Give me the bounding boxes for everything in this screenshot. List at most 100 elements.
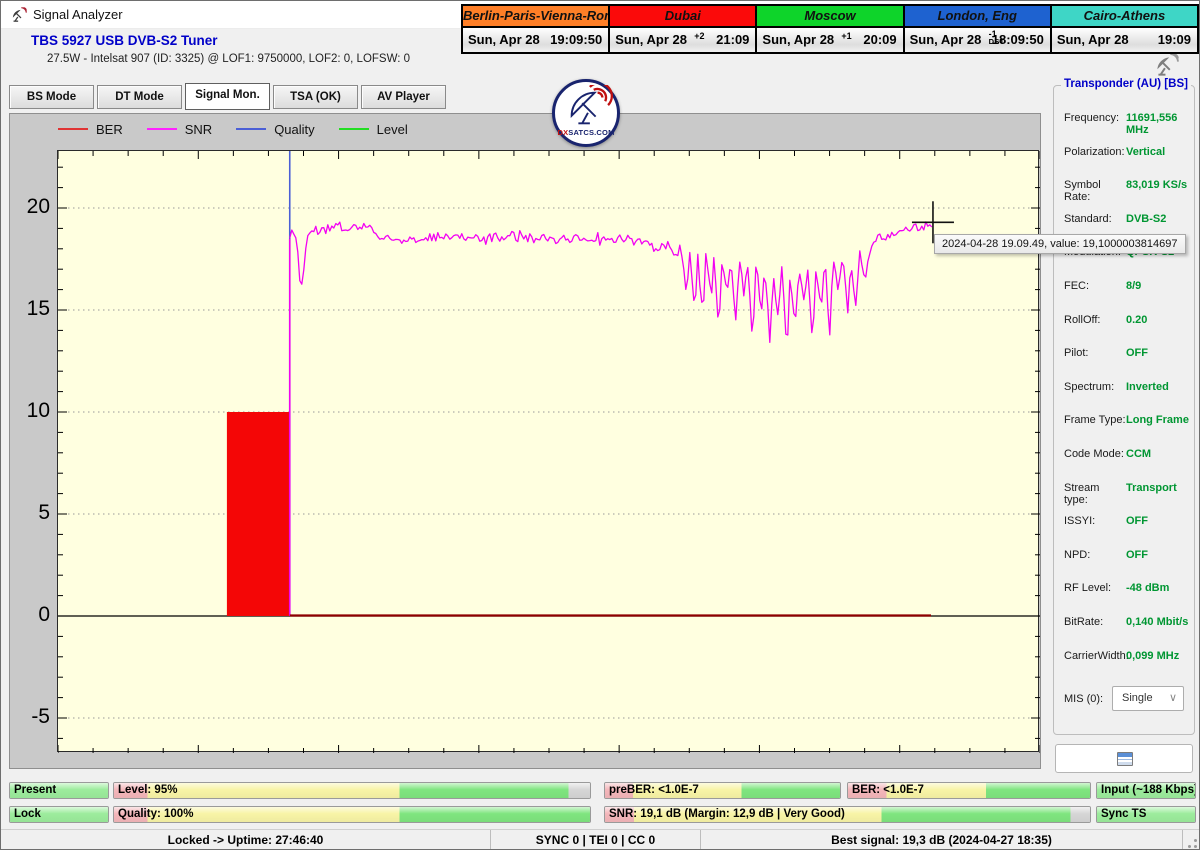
- legend-line-sample: [236, 128, 266, 130]
- device-title: TBS 5927 USB DVB-S2 Tuner: [31, 33, 218, 48]
- chart-legend: BER SNR Quality Level: [58, 119, 408, 139]
- indicator-bar-input: Input (~188 Kbps): [1096, 782, 1196, 799]
- indicator-label: preBER: <1.0E-7: [609, 783, 699, 798]
- transponder-row-issyi: ISSYI:OFF: [1064, 515, 1190, 531]
- transponder-panel-title: Transponder (AU) [BS]: [1061, 78, 1191, 90]
- transponder-panel: Transponder (AU) [BS] MIS (0): Single ∨ …: [1053, 85, 1195, 735]
- indicator-label: Level: 95%: [118, 783, 177, 798]
- indicator-label: BER: <1.0E-7: [852, 783, 924, 798]
- chevron-down-icon: ∨: [1169, 687, 1177, 710]
- clock-time: 19:09: [1158, 32, 1191, 47]
- utc-offset: +2: [694, 31, 704, 41]
- signal-analyzer-window: Signal Analyzer Berlin-Paris-Vienna-Roma…: [0, 0, 1200, 850]
- signal-chart: [58, 151, 1040, 753]
- tab-bs-mode[interactable]: BS Mode: [9, 85, 94, 109]
- clock-time: 19:09:50: [550, 32, 602, 47]
- clock-city-label: Dubai: [610, 6, 755, 26]
- transponder-row-spectrum: Spectrum:Inverted: [1064, 381, 1190, 397]
- legend-item-snr: SNR: [147, 122, 212, 137]
- clock-berlin-paris-vienna-roma: Berlin-Paris-Vienna-Roma Sun, Apr 28 19:09…: [463, 6, 610, 52]
- clock-dubai: Dubai Sun, Apr 28 +2 21:09: [610, 6, 757, 52]
- indicator-bar-snr: SNR: 19,1 dB (Margin: 12,9 dB | Very Goo…: [604, 806, 1091, 823]
- clock-time: 18:09:50: [992, 32, 1044, 47]
- transponder-row-codemode: Code Mode:CCM: [1064, 448, 1190, 464]
- indicator-label: Present: [14, 783, 56, 798]
- indicator-label: Lock: [14, 807, 41, 822]
- clock-moscow: Moscow Sun, Apr 28 +1 20:09: [757, 6, 904, 52]
- clock-city-label: Berlin-Paris-Vienna-Roma: [463, 6, 608, 26]
- clock-cairo-athens: Cairo-Athens Sun, Apr 28 19:09: [1052, 6, 1197, 52]
- transponder-row-bitrate: BitRate:0,140 Mbit/s: [1064, 616, 1190, 632]
- indicator-bar-ber: BER: <1.0E-7: [847, 782, 1091, 799]
- clock-time: 21:09: [716, 32, 749, 47]
- dxsatcs-logo: DXSATCS.COM: [552, 79, 620, 147]
- clock-date: Sun, Apr 28: [1057, 32, 1129, 47]
- clock-london-eng: London, EngSun, Apr 28-1DST18:09:50: [905, 6, 1052, 52]
- y-tick-label: 20: [12, 195, 50, 219]
- transponder-row-frametype: Frame Type:Long Frame: [1064, 414, 1190, 430]
- transponder-row-streamtype: Stream type:Transport: [1064, 482, 1190, 498]
- transponder-row-npd: NPD:OFF: [1064, 549, 1190, 565]
- tab-dt-mode[interactable]: DT Mode: [97, 85, 182, 109]
- y-tick-label: 15: [12, 297, 50, 321]
- tab-tsa-ok-[interactable]: TSA (OK): [273, 85, 358, 109]
- status-bar: Locked -> Uptime: 27:46:40 SYNC 0 | TEI …: [1, 829, 1200, 850]
- transponder-row-symbolrate: Symbol Rate:83,019 KS/s: [1064, 179, 1190, 195]
- status-sync-counters: SYNC 0 | TEI 0 | CC 0: [491, 830, 701, 850]
- y-tick-label: 10: [12, 399, 50, 423]
- satellite-dish-icon: [561, 85, 613, 131]
- legend-item-level: Level: [339, 122, 408, 137]
- indicator-bar-level: Level: 95%: [113, 782, 591, 799]
- clock-city-label: Moscow: [757, 6, 902, 26]
- clock-date: Sun, Apr 28: [762, 32, 834, 47]
- signal-chart-panel: BER SNR Quality Level -5 0 5 10 15 20: [9, 113, 1041, 769]
- clock-date: Sun, Apr 28: [615, 32, 687, 47]
- clock-time: 20:09: [863, 32, 896, 47]
- legend-item-quality: Quality: [236, 122, 314, 137]
- mis-dropdown[interactable]: Single ∨: [1112, 686, 1184, 711]
- clock-date: Sun, Apr 28: [910, 32, 982, 47]
- indicator-bar-quality: Quality: 100%: [113, 806, 591, 823]
- mis-row: MIS (0): Single ∨: [1064, 686, 1186, 712]
- chart-plot-area[interactable]: [57, 150, 1039, 752]
- utc-offset: +1: [841, 31, 851, 41]
- mode-tabs: BS ModeDT ModeSignal Mon.TSA (OK)AV Play…: [9, 85, 446, 110]
- logo-text: DXSATCS.COM: [555, 128, 617, 137]
- chart-tooltip: 2024-04-28 19.09.49, value: 19,100000381…: [934, 234, 1186, 254]
- save-snapshot-button[interactable]: [1055, 744, 1193, 773]
- y-tick-label: 0: [12, 603, 50, 627]
- tab-av-player[interactable]: AV Player: [361, 85, 446, 109]
- transponder-row-fec: FEC:8/9: [1064, 280, 1190, 296]
- resize-grip[interactable]: [1183, 830, 1200, 850]
- transponder-row-rolloff: RollOff:0.20: [1064, 314, 1190, 330]
- world-clocks-strip: Berlin-Paris-Vienna-Roma Sun, Apr 28 19:09…: [461, 4, 1199, 54]
- status-best-signal: Best signal: 19,3 dB (2024-04-27 18:35): [701, 830, 1183, 850]
- indicator-label: Input (~188 Kbps): [1101, 783, 1196, 798]
- tuning-info: 27.5W - Intelsat 907 (ID: 3325) @ LOF1: …: [47, 53, 410, 65]
- indicator-bar-present: Present: [9, 782, 109, 799]
- transponder-row-frequency: Frequency:11691,556 MHz: [1064, 112, 1190, 128]
- transponder-row-standard: Standard:DVB-S2: [1064, 213, 1190, 229]
- y-tick-label: -5: [12, 705, 50, 729]
- clock-city-label: Cairo-Athens: [1052, 6, 1197, 26]
- mis-selected-value: Single: [1122, 692, 1153, 704]
- legend-line-sample: [339, 128, 369, 130]
- indicator-label: SNR: 19,1 dB (Margin: 12,9 dB | Very Goo…: [609, 807, 845, 822]
- indicator-bar-preber: preBER: <1.0E-7: [604, 782, 841, 799]
- satellite-dish-icon: [1153, 53, 1179, 77]
- clock-date: Sun, Apr 28: [468, 32, 540, 47]
- tab-signal-mon-[interactable]: Signal Mon.: [185, 83, 270, 110]
- clock-city-label: London, Eng: [905, 6, 1050, 26]
- transponder-row-rflevel: RF Level:-48 dBm: [1064, 582, 1190, 598]
- window-title: Signal Analyzer: [33, 7, 123, 22]
- indicator-label: Quality: 100%: [118, 807, 193, 822]
- save-icon: [1117, 752, 1133, 766]
- indicator-bar-syncts: Sync TS: [1096, 806, 1196, 823]
- transponder-row-carrierwidth: CarrierWidth:0,099 MHz: [1064, 650, 1190, 666]
- indicator-label: Sync TS: [1101, 807, 1146, 822]
- legend-line-sample: [58, 128, 88, 130]
- legend-item-ber: BER: [58, 122, 123, 137]
- indicator-bar-lock: Lock: [9, 806, 109, 823]
- transponder-row-polarization: Polarization:Vertical: [1064, 146, 1190, 162]
- y-tick-label: 5: [12, 501, 50, 525]
